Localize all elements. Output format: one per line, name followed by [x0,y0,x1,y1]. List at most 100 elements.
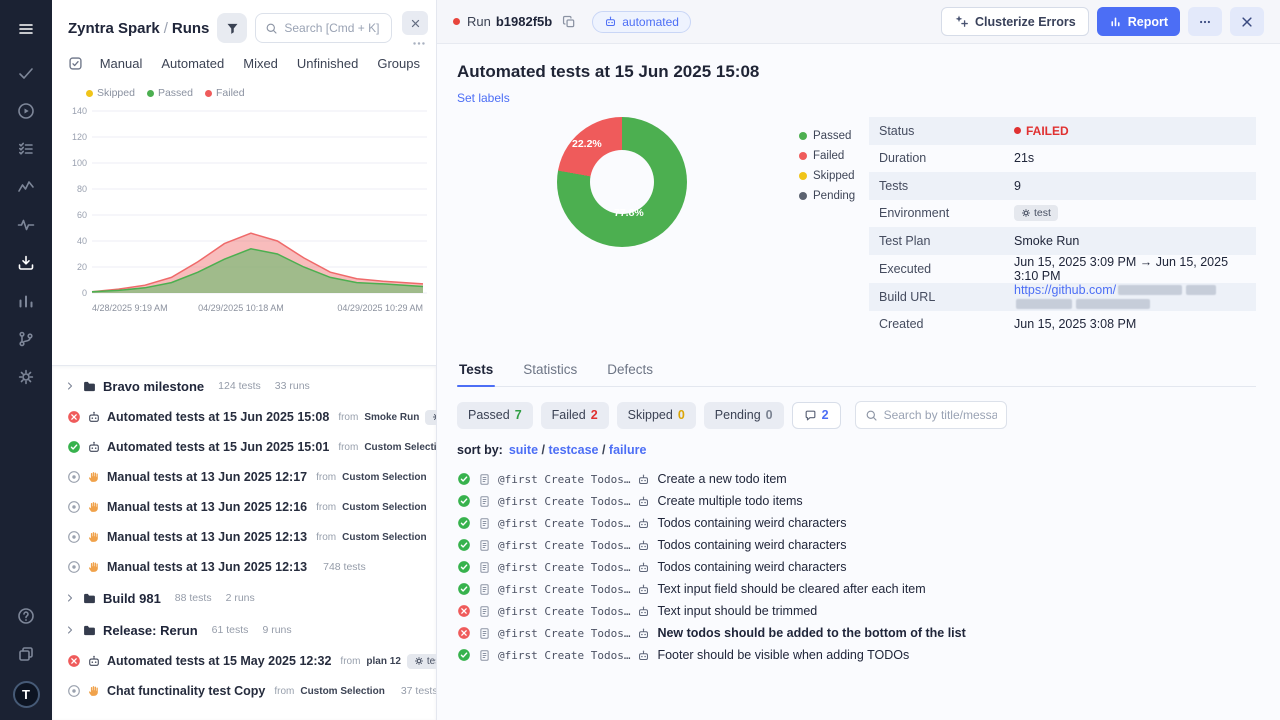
legend-dot [799,132,807,140]
chip-pending[interactable]: Pending 0 [704,402,784,429]
sort-failure[interactable]: failure [609,443,647,457]
chip-passed[interactable]: Passed 7 [457,402,533,429]
close-run-button[interactable] [1230,7,1264,36]
sort-suite[interactable]: suite [509,443,538,457]
clusterize-errors-button[interactable]: Clusterize Errors [941,7,1089,36]
sidebar-item-task-list[interactable] [8,130,44,168]
app-logo[interactable]: T [13,681,40,708]
sidebar-item-gear[interactable] [8,358,44,396]
detail-row: Environmenttest [869,200,1256,228]
automated-badge[interactable]: automated [592,11,691,33]
redacted-block [1016,299,1072,309]
chip-skipped[interactable]: Skipped 0 [617,402,696,429]
sidebar-item-import[interactable] [8,244,44,282]
test-passed-icon [457,494,471,508]
detail-value: Jun 15, 2025 3:09 PM → Jun 15, 2025 3:10… [1014,255,1246,283]
copy-run-id-button[interactable] [559,12,579,32]
test-row[interactable]: @first Create Todos…Create multiple todo… [457,490,1256,512]
svg-text:100: 100 [72,158,87,168]
detail-row: StatusFAILED [869,117,1256,145]
tests-search-input[interactable] [884,408,997,422]
breadcrumb-separator: / [164,20,168,37]
sidebar-item-play-circle[interactable] [8,92,44,130]
sidebar-item-bar-chart[interactable] [8,282,44,320]
legend-item: Failed [205,87,245,99]
runs-tab-unfinished[interactable]: Unfinished [297,56,358,71]
chip-comments[interactable]: 2 [792,402,841,429]
folder-icon [82,379,97,394]
test-row[interactable]: @first Create Todos…New todos should be … [457,622,1256,644]
breadcrumb: Zyntra Spark/Runs [68,20,209,37]
test-row[interactable]: @first Create Todos…Todos containing wei… [457,512,1256,534]
test-title: Text input should be trimmed [657,604,817,618]
svg-text:120: 120 [72,132,87,142]
chip-failed[interactable]: Failed 2 [541,402,609,429]
robot-icon [87,410,101,424]
test-row[interactable]: @first Create Todos…Todos containing wei… [457,556,1256,578]
sidebar-item-check[interactable] [8,54,44,92]
detail-value: Jun 15, 2025 3:08 PM [1014,317,1136,331]
donut-failed-percent: 22.2% [572,138,602,150]
project-name[interactable]: Zyntra Spark [68,20,160,37]
filter-button[interactable] [217,13,247,43]
sidebar-item-pulse[interactable] [8,206,44,244]
legend-item: Skipped [86,87,135,99]
run-row[interactable]: Automated tests at 15 Jun 2025 15:08from… [52,402,436,432]
runs-tab-automated[interactable]: Automated [161,56,224,71]
tab-defects[interactable]: Defects [605,358,655,386]
test-plan-link[interactable]: Smoke Run [1014,234,1079,248]
detail-label: Created [879,317,1014,331]
run-row[interactable]: Chat functinality test CopyfromCustom Se… [52,676,436,706]
chips-row: Passed 7 Failed 2 Skipped 0 Pending 0 2 [457,401,1256,429]
report-button[interactable]: Report [1097,7,1180,36]
test-row[interactable]: @first Create Todos…Text input field sho… [457,578,1256,600]
runs-tab-mixed[interactable]: Mixed [243,56,278,71]
run-row-title: Manual tests at 13 Jun 2025 12:17 [107,470,307,484]
test-row[interactable]: @first Create Todos… Text input should be… [457,600,1256,622]
gear-icon [17,368,35,386]
run-row[interactable]: Manual tests at 13 Jun 2025 12:13748 tes… [52,552,436,582]
panel-close-button[interactable] [402,11,428,35]
run-overview: 22.2% 77.8% PassedFailedSkippedPending S… [457,117,1256,338]
document-icon [478,649,491,662]
run-row[interactable]: Manual tests at 13 Jun 2025 12:13fromCus… [52,522,436,552]
sort-row: sort by:suite / testcase / failure [457,443,1256,457]
test-row[interactable]: @first Create Todos…Create a new todo it… [457,468,1256,490]
group-runs-count: 2 runs [226,592,255,604]
folders-icon [17,645,35,663]
sidebar-item-folders[interactable] [8,635,44,673]
run-group-row[interactable]: Build 98188 tests2 runs [52,582,436,614]
build-url-link[interactable]: https://github.com/ [1014,283,1116,297]
run-group-row[interactable]: Release: Rerun61 tests9 runs [52,614,436,646]
ellipsis-icon [1198,15,1212,29]
sidebar-item-hamburger[interactable] [8,10,44,48]
test-title: Todos containing weird characters [657,560,846,574]
run-row[interactable]: Automated tests at 15 Jun 2025 15:01from… [52,432,436,462]
runs-search-input[interactable] [284,21,382,35]
help-icon [17,607,35,625]
more-actions-button[interactable] [1188,7,1222,36]
run-row[interactable]: Manual tests at 13 Jun 2025 12:17fromCus… [52,462,436,492]
tab-tests[interactable]: Tests [457,358,495,386]
run-source: Custom Selection [364,442,436,453]
sidebar-item-help[interactable] [8,597,44,635]
test-row[interactable]: @first Create Todos…Footer should be vis… [457,644,1256,666]
test-row[interactable]: @first Create Todos…Todos containing wei… [457,534,1256,556]
run-row[interactable]: Automated tests at 15 May 2025 12:32from… [52,646,436,676]
sidebar-item-branch[interactable] [8,320,44,358]
run-finished-icon [67,560,81,574]
run-row[interactable]: Manual tests at 13 Jun 2025 12:16fromCus… [52,492,436,522]
sort-testcase[interactable]: testcase [548,443,598,457]
robot-icon [87,440,101,454]
sidebar-item-trend[interactable] [8,168,44,206]
select-runs-button[interactable] [68,53,84,73]
set-labels-link[interactable]: Set labels [457,91,510,105]
panel-resize-handle[interactable] [411,39,427,48]
tab-statistics[interactable]: Statistics [521,358,579,386]
runs-tab-groups[interactable]: Groups [377,56,420,71]
run-group-row[interactable]: Bravo milestone124 tests33 runs [52,370,436,402]
run-row-title: Manual tests at 13 Jun 2025 12:16 [107,500,307,514]
test-suite: @first Create Todos… [498,605,630,618]
runs-tab-manual[interactable]: Manual [100,56,143,71]
svg-text:80: 80 [77,184,87,194]
